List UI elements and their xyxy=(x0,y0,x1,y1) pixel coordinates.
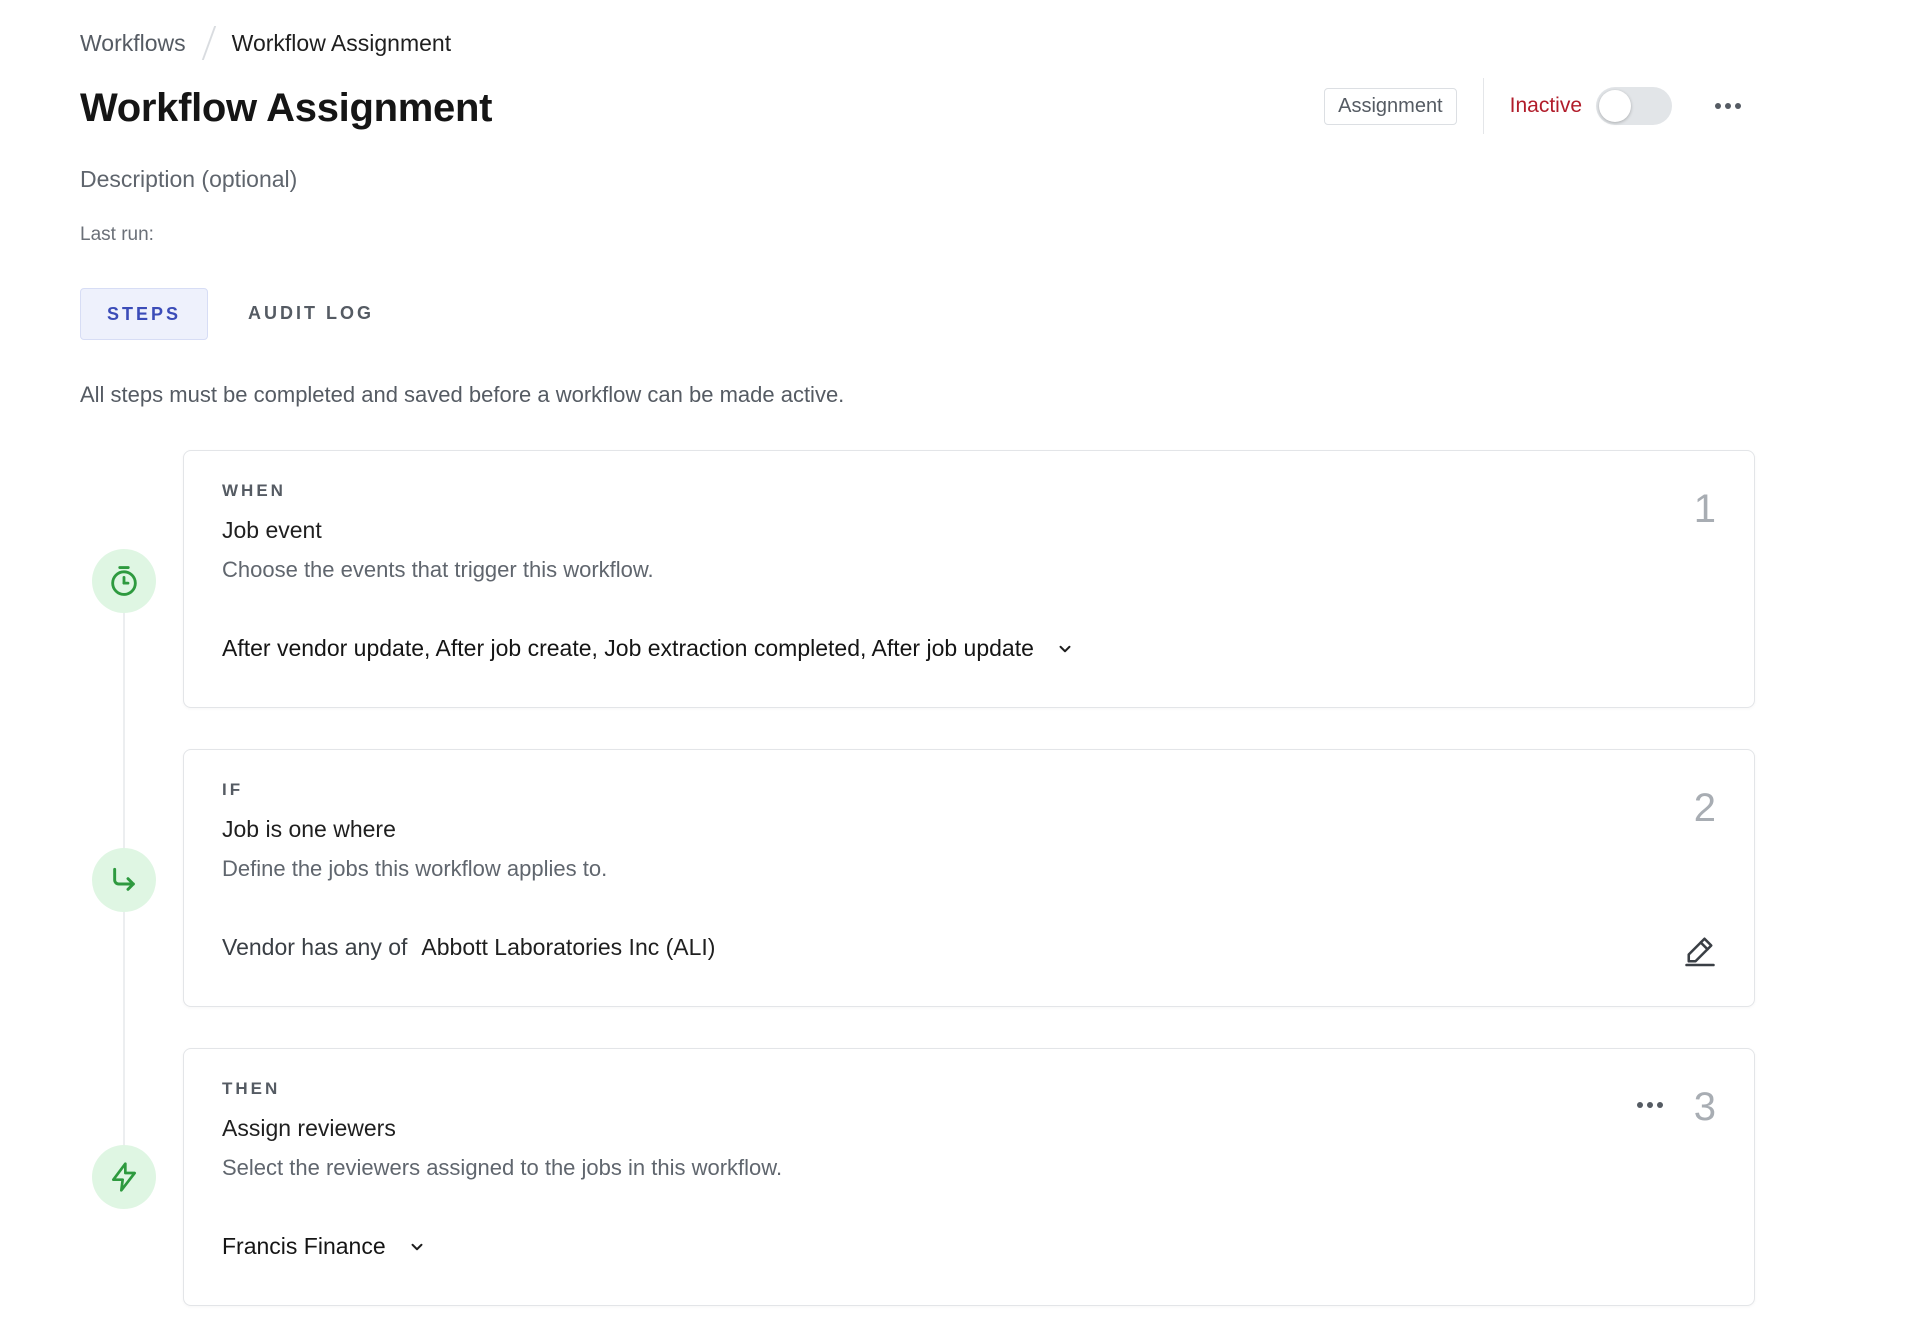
step-title: Assign reviewers xyxy=(222,1115,396,1141)
description-field[interactable]: Description (optional) xyxy=(80,166,297,193)
more-options-button[interactable] xyxy=(1708,86,1748,126)
breadcrumb-separator xyxy=(201,26,216,60)
step-1-icon-circle xyxy=(92,549,156,613)
status-label: Inactive xyxy=(1509,94,1582,117)
last-run-label: Last run: xyxy=(80,224,154,245)
step-kicker: IF xyxy=(222,780,244,799)
step-subtitle: Select the reviewers assigned to the job… xyxy=(222,1155,783,1180)
reviewers-value: Francis Finance xyxy=(222,1233,386,1259)
step-3-icon-circle xyxy=(92,1145,156,1209)
tab-audit-log[interactable]: AUDIT LOG xyxy=(222,288,400,338)
step-card-then: THEN Assign reviewers Select the reviewe… xyxy=(183,1048,1755,1306)
chevron-down-icon xyxy=(408,1238,426,1256)
header-controls: Assignment Inactive xyxy=(1324,78,1748,134)
tab-steps[interactable]: STEPS xyxy=(80,288,209,340)
step-kicker: THEN xyxy=(222,1079,281,1098)
step-card-when: WHEN Job event Choose the events that tr… xyxy=(183,450,1755,708)
step-number: 1 xyxy=(1693,487,1716,531)
step-title: Job is one where xyxy=(222,816,396,842)
active-toggle[interactable] xyxy=(1596,87,1672,125)
condition-label: Vendor has any of xyxy=(222,934,408,960)
trigger-events-select[interactable]: After vendor update, After job create, J… xyxy=(222,635,1074,662)
stopwatch-icon xyxy=(111,566,137,596)
lightning-icon xyxy=(112,1162,136,1192)
condition-summary: Vendor has any of Abbott Laboratories In… xyxy=(222,934,715,961)
step-card-if: IF Job is one where Define the jobs this… xyxy=(183,749,1755,1007)
workflow-type-badge: Assignment xyxy=(1324,87,1457,125)
header-divider xyxy=(1482,78,1484,134)
more-horizontal-icon xyxy=(1715,103,1741,109)
more-horizontal-icon xyxy=(1637,1102,1663,1108)
chevron-down-icon xyxy=(1056,640,1074,658)
step-subtitle: Define the jobs this workflow applies to… xyxy=(222,856,608,881)
page-title: Workflow Assignment xyxy=(80,86,493,130)
step-kicker: WHEN xyxy=(222,481,286,500)
toggle-knob xyxy=(1599,90,1631,122)
pencil-icon xyxy=(1685,937,1715,967)
trigger-events-value: After vendor update, After job create, J… xyxy=(222,635,1034,661)
arrow-turn-right-icon xyxy=(113,867,135,891)
breadcrumb: Workflows Workflow Assignment xyxy=(80,26,451,60)
steps-notice: All steps must be completed and saved be… xyxy=(80,382,845,407)
tab-bar: STEPS AUDIT LOG xyxy=(80,288,400,340)
step-number: 3 xyxy=(1693,1085,1716,1129)
breadcrumb-workflows-link[interactable]: Workflows xyxy=(80,30,186,57)
condition-value: Abbott Laboratories Inc (ALI) xyxy=(421,934,716,960)
edit-condition-button[interactable] xyxy=(1682,932,1718,968)
reviewers-select[interactable]: Francis Finance xyxy=(222,1233,426,1260)
step-2-icon-circle xyxy=(92,848,156,912)
step-subtitle: Choose the events that trigger this work… xyxy=(222,557,654,582)
step-more-options-button[interactable] xyxy=(1630,1093,1670,1117)
step-title: Job event xyxy=(222,517,322,543)
step-number: 2 xyxy=(1693,786,1716,830)
breadcrumb-current: Workflow Assignment xyxy=(231,29,452,56)
